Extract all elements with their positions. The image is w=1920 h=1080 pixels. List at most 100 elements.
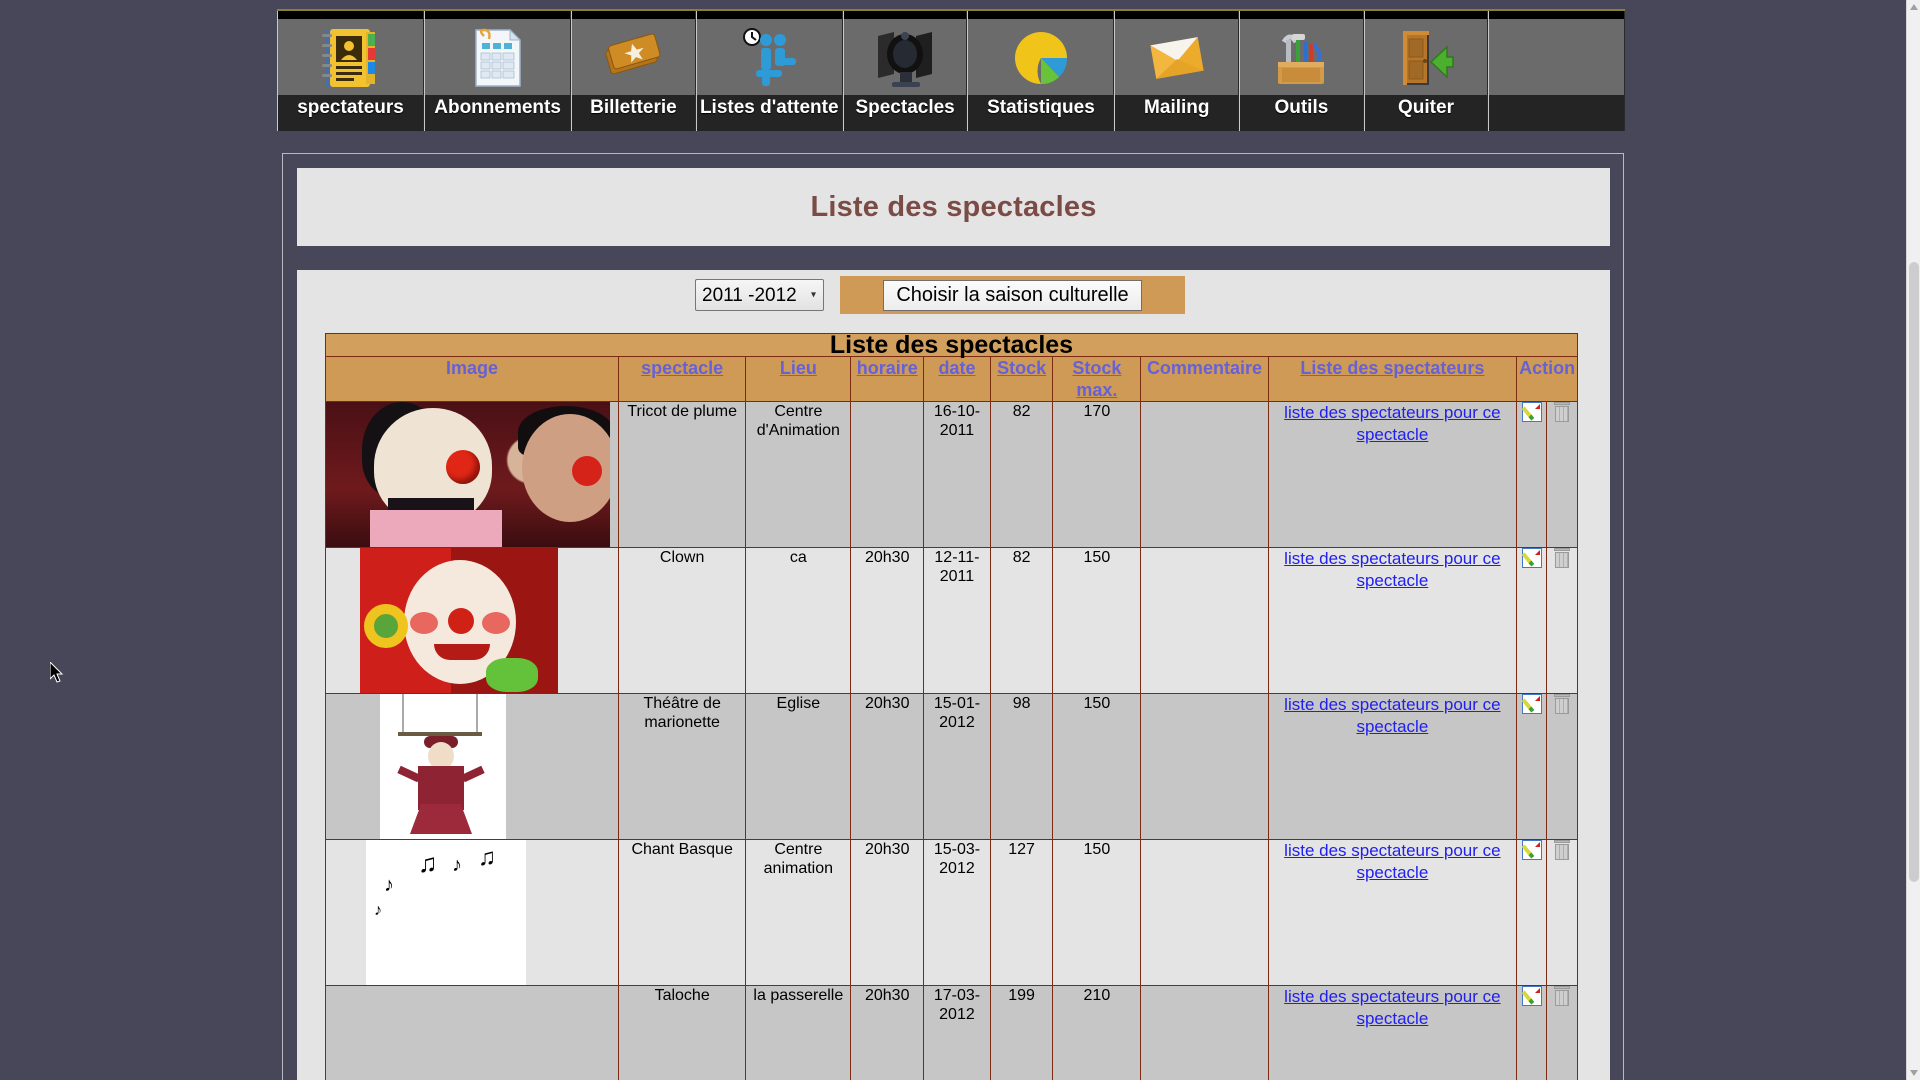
row-delete-cell[interactable] <box>1546 839 1578 986</box>
spectacle-photo <box>386 987 506 1080</box>
row-spectator-list-cell: liste des spectateurs pour ce spectacle <box>1267 985 1518 1080</box>
column-header-image: Image <box>325 356 619 402</box>
row-spectacle: Clown <box>617 547 747 694</box>
row-delete-cell[interactable] <box>1546 547 1578 694</box>
row-horaire: 20h30 <box>850 839 925 986</box>
row-commentaire <box>1140 401 1269 548</box>
season-select[interactable]: 2011 -2012 <box>695 279 824 311</box>
nav-label-spectateurs: spectateurs <box>297 97 404 118</box>
row-stock: 82 <box>989 547 1054 694</box>
nav-item-mailing[interactable]: Mailing <box>1114 11 1240 131</box>
nav-item-listes-attente[interactable]: Listes d'attente <box>695 11 843 131</box>
row-spectacle: Théâtre de marionette <box>617 693 747 840</box>
form-document-icon <box>470 21 526 95</box>
row-stock: 98 <box>989 693 1054 840</box>
row-lieu: Centre d'Animation <box>745 401 852 548</box>
column-header-stock-max[interactable]: Stock max. <box>1052 356 1142 402</box>
nav-label-quiter: Quiter <box>1398 97 1454 118</box>
row-edit-cell[interactable] <box>1516 547 1548 694</box>
row-edit-cell[interactable] <box>1516 839 1548 986</box>
row-edit-cell[interactable] <box>1516 985 1548 1080</box>
trash-icon[interactable] <box>1554 694 1571 714</box>
row-delete-cell[interactable] <box>1546 401 1578 548</box>
column-header-lieu[interactable]: Lieu <box>745 356 852 402</box>
nav-label-statistiques: Statistiques <box>987 97 1095 118</box>
column-header-spectacle-label[interactable]: spectacle <box>641 358 723 378</box>
row-stock-max: 150 <box>1052 693 1142 840</box>
table-row: Théâtre de marionette Eglise 20h30 15-01… <box>325 693 1578 840</box>
row-commentaire <box>1140 839 1269 986</box>
scrollbar-thumb[interactable] <box>1909 262 1919 882</box>
column-header-lieu-label[interactable]: Lieu <box>780 358 817 378</box>
trash-icon[interactable] <box>1554 548 1571 568</box>
spectator-list-link[interactable]: liste des spectateurs pour ce spectacle <box>1284 549 1500 590</box>
edit-pencil-icon[interactable] <box>1521 986 1542 1006</box>
spectacle-photo <box>326 402 610 547</box>
column-header-action: Action <box>1516 356 1578 402</box>
trash-icon[interactable] <box>1554 840 1571 860</box>
row-image-cell <box>325 693 619 840</box>
column-header-stock-label[interactable]: Stock <box>997 358 1046 378</box>
row-spectator-list-cell: liste des spectateurs pour ce spectacle <box>1267 401 1518 548</box>
column-header-horaire-label[interactable]: horaire <box>857 358 918 378</box>
column-header-liste-spectateurs-label[interactable]: Liste des spectateurs <box>1300 358 1484 378</box>
row-stock: 199 <box>989 985 1054 1080</box>
column-header-commentaire: Commentaire <box>1140 356 1269 402</box>
column-header-commentaire-label: Commentaire <box>1146 358 1262 378</box>
column-header-date[interactable]: date <box>923 356 991 402</box>
column-header-horaire[interactable]: horaire <box>850 356 925 402</box>
table-body: Tricot de plume Centre d'Animation 16-10… <box>325 401 1578 1080</box>
nav-item-statistiques[interactable]: Statistiques <box>967 11 1115 131</box>
spectator-list-link[interactable]: liste des spectateurs pour ce spectacle <box>1284 695 1500 736</box>
row-date: 15-01-2012 <box>923 693 991 840</box>
nav-item-billetterie[interactable]: Billetterie <box>571 11 696 131</box>
nav-item-quiter[interactable]: Quiter <box>1363 11 1489 131</box>
column-header-stock[interactable]: Stock <box>989 356 1054 402</box>
page-body: 2011 -2012 ▾ Choisir la saison culturell… <box>297 270 1610 1080</box>
vertical-scrollbar[interactable] <box>1906 0 1920 1080</box>
column-header-action-label: Action <box>1519 358 1576 378</box>
row-delete-cell[interactable] <box>1546 985 1578 1080</box>
choose-season-button[interactable]: Choisir la saison culturelle <box>883 279 1142 311</box>
nav-item-outils[interactable]: Outils <box>1239 11 1364 131</box>
edit-pencil-icon[interactable] <box>1521 402 1542 422</box>
nav-label-listes-attente: Listes d'attente <box>699 97 839 118</box>
edit-pencil-icon[interactable] <box>1521 548 1542 568</box>
row-commentaire <box>1140 693 1269 840</box>
nav-item-spectacles[interactable]: Spectacles <box>842 11 968 131</box>
row-stock: 127 <box>989 839 1054 986</box>
row-date: 17-03-2012 <box>923 985 991 1080</box>
column-header-date-label[interactable]: date <box>938 358 975 378</box>
nav-item-spectateurs[interactable]: spectateurs <box>277 11 425 131</box>
column-header-spectacle[interactable]: spectacle <box>617 356 747 402</box>
envelope-icon <box>1145 21 1209 95</box>
edit-pencil-icon[interactable] <box>1521 840 1542 860</box>
row-spectator-list-cell: liste des spectateurs pour ce spectacle <box>1267 547 1518 694</box>
row-edit-cell[interactable] <box>1516 401 1548 548</box>
nav-label-outils: Outils <box>1274 97 1329 118</box>
table-row: Tricot de plume Centre d'Animation 16-10… <box>325 401 1578 548</box>
table-header-row: Image spectacle Lieu horaire date Stock … <box>325 356 1578 402</box>
spectator-list-link[interactable]: liste des spectateurs pour ce spectacle <box>1284 987 1500 1028</box>
column-header-liste-spectateurs[interactable]: Liste des spectateurs <box>1267 356 1518 402</box>
trash-icon[interactable] <box>1554 986 1571 1006</box>
spectator-list-link[interactable]: liste des spectateurs pour ce spectacle <box>1284 403 1500 444</box>
edit-pencil-icon[interactable] <box>1521 694 1542 714</box>
spectacle-photo <box>380 694 506 839</box>
row-edit-cell[interactable] <box>1516 693 1548 840</box>
row-stock: 82 <box>989 401 1054 548</box>
waiting-people-clock-icon <box>738 21 800 95</box>
scroll-down-arrow-icon[interactable] <box>1910 1070 1918 1076</box>
nav-item-abonnements[interactable]: Abonnements <box>424 11 572 131</box>
table-row: Taloche la passerelle 20h30 17-03-2012 1… <box>325 985 1578 1080</box>
column-header-stock-max-label[interactable]: Stock max. <box>1072 358 1121 400</box>
spectator-list-link[interactable]: liste des spectateurs pour ce spectacle <box>1284 841 1500 882</box>
trash-icon[interactable] <box>1554 402 1571 422</box>
row-lieu: ca <box>745 547 852 694</box>
row-horaire: 20h30 <box>850 985 925 1080</box>
scroll-up-arrow-icon[interactable] <box>1910 4 1918 10</box>
row-spectator-list-cell: liste des spectateurs pour ce spectacle <box>1267 839 1518 986</box>
season-select-wrapper: 2011 -2012 ▾ <box>695 279 824 311</box>
row-commentaire <box>1140 547 1269 694</box>
row-delete-cell[interactable] <box>1546 693 1578 840</box>
